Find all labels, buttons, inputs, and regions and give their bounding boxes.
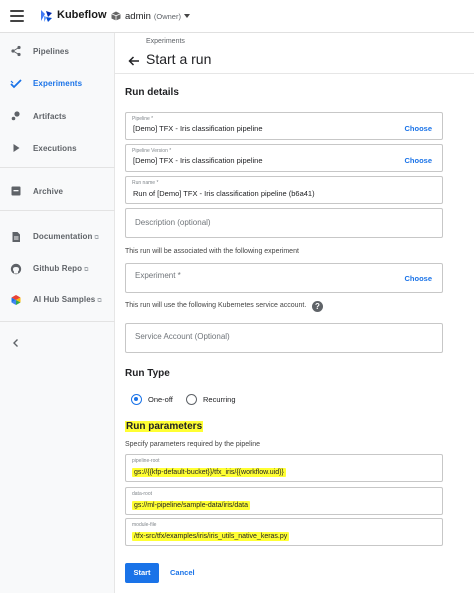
sidebar-item-ai-hub-samples[interactable]: AI Hub Samples ⧉ <box>0 289 115 311</box>
sidebar-divider <box>0 321 115 322</box>
header-divider <box>115 73 474 74</box>
run-name-label: Run name * <box>132 180 159 186</box>
pipeline-version-value: [Demo] TFX - Iris classification pipelin… <box>133 156 263 165</box>
artifacts-icon <box>10 110 22 122</box>
pipeline-version-label: Pipeline Version * <box>132 148 172 154</box>
help-icon[interactable]: ? <box>312 301 323 312</box>
kubeflow-logo-icon <box>41 10 52 22</box>
choose-pipeline-version-button[interactable]: Choose <box>404 156 432 165</box>
recurring-radio[interactable] <box>186 394 197 405</box>
run-type-title: Run Type <box>125 368 170 379</box>
param-value: /tfx-src/tfx/examples/iris/iris_utils_na… <box>132 532 290 541</box>
sidebar: Pipelines Experiments Artifacts Executio… <box>0 33 115 593</box>
sidebar-item-label: Github Repo ⧉ <box>33 264 89 273</box>
sidebar-divider <box>0 167 115 168</box>
run-name-value: Run of [Demo] TFX - Iris classification … <box>133 189 315 198</box>
namespace-role: (Owner) <box>153 11 181 21</box>
menu-icon[interactable] <box>10 10 24 22</box>
choose-pipeline-button[interactable]: Choose <box>404 124 432 133</box>
sidebar-item-label: Documentation ⧉ <box>33 232 99 241</box>
param-field-module-file[interactable]: module-file /tfx-src/tfx/examples/iris/i… <box>125 518 443 546</box>
external-link-icon: ⧉ <box>94 235 99 241</box>
sidebar-item-documentation[interactable]: Documentation ⧉ <box>0 226 115 248</box>
param-value: gs://{{kfp-default-bucket}}/tfx_iris/{{w… <box>132 468 286 477</box>
sidebar-item-label: Pipelines <box>33 46 70 56</box>
one-off-label: One-off <box>148 395 173 404</box>
sidebar-item-label: AI Hub Samples ⧉ <box>33 295 102 304</box>
namespace-name: admin <box>125 10 151 22</box>
description-placeholder: Description (optional) <box>135 218 211 227</box>
sidebar-item-archive[interactable]: Archive <box>0 180 115 202</box>
back-arrow-icon[interactable] <box>127 54 141 68</box>
sidebar-item-label: Archive <box>33 186 64 196</box>
param-field-data-root[interactable]: data-root gs://ml-pipeline/sample-data/i… <box>125 487 443 515</box>
documentation-icon <box>10 231 22 243</box>
archive-icon <box>10 185 22 197</box>
sidebar-item-label: Experiments <box>33 78 83 88</box>
recurring-label: Recurring <box>203 395 236 404</box>
external-link-icon: ⧉ <box>84 267 89 273</box>
pipeline-field[interactable]: Pipeline * [Demo] TFX - Iris classificat… <box>125 112 443 140</box>
param-value: gs://ml-pipeline/sample-data/iris/data <box>132 501 250 510</box>
main-content: Experiments Start a run Run details Pipe… <box>115 33 474 593</box>
pipeline-value: [Demo] TFX - Iris classification pipelin… <box>133 124 263 133</box>
param-field-pipeline-root[interactable]: pipeline-root gs://{{kfp-default-bucket}… <box>125 454 443 482</box>
choose-experiment-button[interactable]: Choose <box>404 274 432 283</box>
run-details-title: Run details <box>125 87 179 98</box>
sidebar-item-pipelines[interactable]: Pipelines <box>0 40 115 62</box>
github-icon <box>10 263 22 275</box>
breadcrumb[interactable]: Experiments <box>146 38 185 45</box>
run-parameters-title: Run parameters <box>125 421 204 432</box>
experiment-placeholder: Experiment * <box>135 271 181 280</box>
experiment-field[interactable]: Experiment * Choose <box>125 263 443 293</box>
top-bar: Kubeflow admin (Owner) <box>0 0 474 33</box>
sidebar-divider <box>0 210 115 211</box>
app-title: Kubeflow <box>57 9 107 21</box>
namespace-cube-icon <box>111 11 121 21</box>
start-button[interactable]: Start <box>125 563 159 583</box>
executions-icon <box>10 142 22 154</box>
sidebar-item-label: Artifacts <box>33 111 67 121</box>
chevron-left-icon[interactable] <box>10 337 22 349</box>
cancel-button[interactable]: Cancel <box>170 563 195 583</box>
service-account-placeholder: Service Account (Optional) <box>135 332 230 341</box>
sidebar-item-artifacts[interactable]: Artifacts <box>0 105 115 127</box>
experiments-icon <box>10 77 22 89</box>
chevron-down-icon <box>183 14 190 18</box>
param-label: pipeline-root <box>132 458 160 464</box>
one-off-radio[interactable] <box>131 394 142 405</box>
service-account-field[interactable]: Service Account (Optional) <box>125 323 443 353</box>
sidebar-item-executions[interactable]: Executions <box>0 137 115 159</box>
external-link-icon: ⧉ <box>97 298 102 304</box>
sidebar-item-experiments[interactable]: Experiments <box>0 72 115 94</box>
run-name-field[interactable]: Run name * Run of [Demo] TFX - Iris clas… <box>125 176 443 204</box>
pipeline-label: Pipeline * <box>132 116 154 122</box>
param-label: module-file <box>132 522 157 528</box>
ai-hub-icon <box>10 294 22 306</box>
pipelines-icon <box>10 45 22 57</box>
experiment-hint: This run will be associated with the fol… <box>125 248 299 255</box>
sidebar-item-label: Executions <box>33 143 77 153</box>
sidebar-item-github-repo[interactable]: Github Repo ⧉ <box>0 258 115 280</box>
page-title: Start a run <box>146 51 212 67</box>
param-label: data-root <box>132 491 153 497</box>
description-field[interactable]: Description (optional) <box>125 208 443 238</box>
pipeline-version-field[interactable]: Pipeline Version * [Demo] TFX - Iris cla… <box>125 144 443 172</box>
namespace-selector[interactable]: admin (Owner) <box>111 8 190 24</box>
service-account-hint: This run will use the following Kubernet… <box>125 302 307 309</box>
run-parameters-hint: Specify parameters required by the pipel… <box>125 441 261 448</box>
